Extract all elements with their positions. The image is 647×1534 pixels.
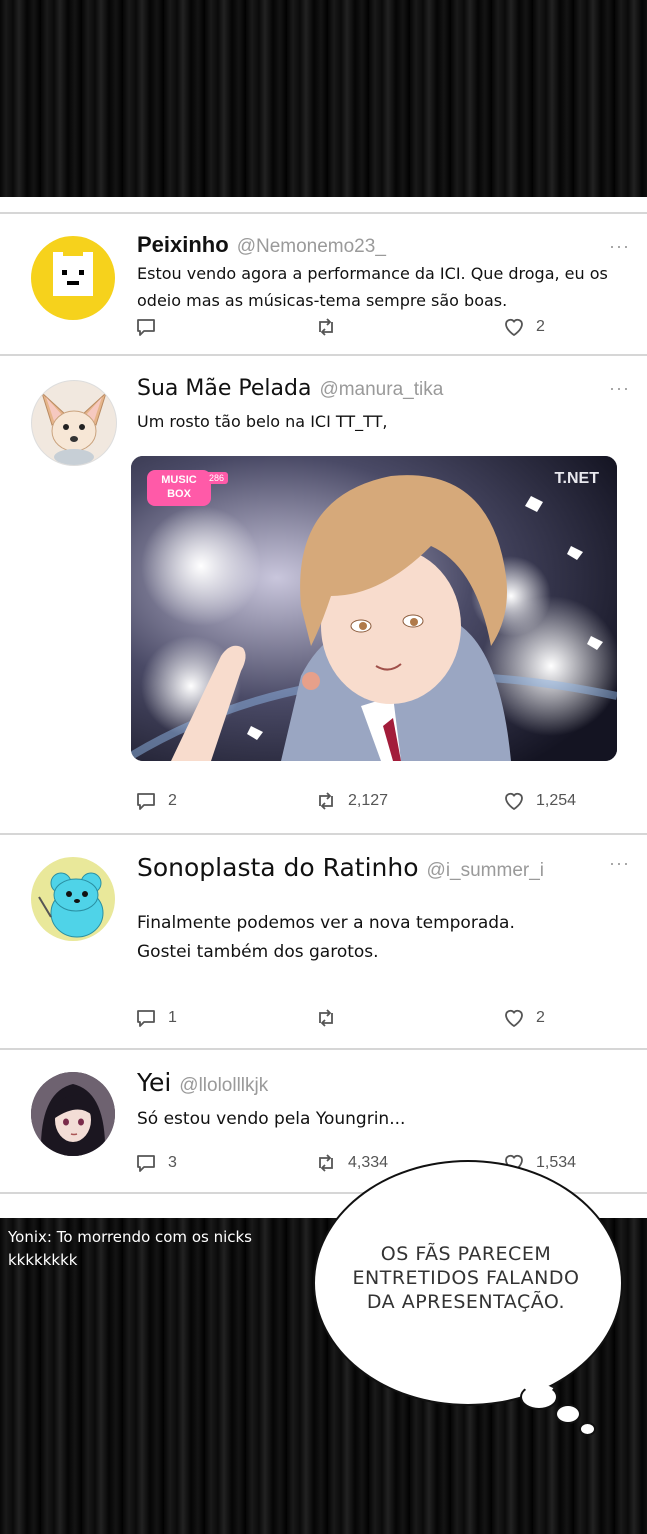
reply-button[interactable]: 3 xyxy=(134,1150,177,1176)
tweet-text: Só estou vendo pela Youngrin... xyxy=(137,1109,406,1129)
retweet-icon xyxy=(319,1154,333,1172)
tweet-text: Finalmente podemos ver a nova temporada.… xyxy=(137,909,627,967)
speech-bubble-line: OS FÃS PARECEM xyxy=(380,1243,552,1265)
reply-icon xyxy=(137,319,155,336)
tnet-watermark: T.NET xyxy=(554,470,599,487)
retweet-button[interactable]: 4,334 xyxy=(314,1150,388,1176)
background-stripes-top xyxy=(0,0,647,197)
heart-icon xyxy=(505,1009,523,1028)
display-name[interactable]: Yei xyxy=(137,1068,171,1097)
episode-badge: 286 xyxy=(205,472,229,484)
heart-icon xyxy=(505,318,523,337)
tweet-author: Sonoplasta do Ratinho @i_summer_i xyxy=(137,853,544,882)
retweet-button[interactable] xyxy=(314,314,348,340)
show-logo-line: MUSIC xyxy=(161,474,197,486)
display-name[interactable]: Sua Mãe Pelada xyxy=(137,376,311,401)
user-handle[interactable]: @i_summer_i xyxy=(427,860,544,881)
tweet-text: Estou vendo agora a performance da ICI. … xyxy=(137,264,608,310)
show-logo: MUSIC BOX xyxy=(147,470,211,506)
like-count: 1,534 xyxy=(536,1154,577,1171)
avatar-peixinho[interactable] xyxy=(31,236,115,320)
tweet-text-line: Gostei também dos garotos. xyxy=(137,942,379,962)
retweet-button[interactable]: 2,127 xyxy=(314,788,388,814)
tweet-3[interactable]: Sonoplasta do Ratinho @i_summer_i ··· Fin… xyxy=(0,835,647,1048)
avatar-sonoplasta[interactable] xyxy=(31,857,115,941)
retweet-count: 2,127 xyxy=(348,792,389,809)
speech-bubble-text: OS FÃS PARECEM ENTRETIDOS FALANDO DA APR… xyxy=(343,1242,589,1314)
thought-dot xyxy=(579,1422,596,1436)
user-handle[interactable]: @Nemonemo23_ xyxy=(237,236,386,257)
tweet-author: Peixinho @Nemonemo23_ xyxy=(137,232,386,258)
reply-count: 2 xyxy=(168,792,177,809)
reply-button[interactable] xyxy=(134,314,168,340)
tweet-2[interactable]: Sua Mãe Pelada @manura_tika ··· Um rosto … xyxy=(0,356,647,833)
like-count: 2 xyxy=(536,318,545,335)
retweet-button[interactable] xyxy=(314,1005,348,1031)
tweet-image[interactable]: MUSIC BOX 286 T.NET xyxy=(131,456,617,761)
speech-bubble-line: ENTRETIDOS FALANDO xyxy=(352,1267,580,1289)
speech-bubble-line: DA APRESENTAÇÃO. xyxy=(366,1291,566,1313)
avatar-sua-mae-pelada[interactable] xyxy=(31,380,117,466)
translator-note-line: Yonix: To morrendo com os nicks xyxy=(8,1228,252,1246)
like-button[interactable]: 1,254 xyxy=(502,788,576,814)
speech-bubble-tail xyxy=(520,1384,558,1410)
avatar-yei[interactable] xyxy=(31,1072,115,1156)
reply-button[interactable]: 1 xyxy=(134,1005,177,1031)
retweet-icon xyxy=(319,792,333,810)
reply-count: 3 xyxy=(168,1154,177,1171)
retweet-count: 4,334 xyxy=(348,1154,389,1171)
more-options-icon[interactable]: ··· xyxy=(609,378,630,399)
retweet-icon xyxy=(319,1009,333,1027)
retweet-icon xyxy=(319,318,333,336)
tweet-4[interactable]: Yei @llololllkjk Só estou vendo pela Youn… xyxy=(0,1050,647,1192)
tweet-text: Um rosto tão belo na ICI TT_TT, xyxy=(137,412,388,431)
show-logo-line: BOX xyxy=(167,488,191,500)
translator-note: Yonix: To morrendo com os nicks kkkkkkkk xyxy=(8,1226,268,1272)
tweet-1[interactable]: Peixinho @Nemonemo23_ ··· Estou vendo ago… xyxy=(0,214,647,354)
reply-icon xyxy=(137,1010,155,1027)
reply-icon xyxy=(137,793,155,810)
display-name[interactable]: Peixinho xyxy=(137,232,229,257)
translator-note-line: kkkkkkkk xyxy=(8,1251,78,1269)
reply-icon xyxy=(137,1155,155,1172)
tweet-author: Yei @llololllkjk xyxy=(137,1068,268,1097)
like-count: 1,254 xyxy=(536,792,577,809)
user-handle[interactable]: @manura_tika xyxy=(319,379,443,400)
tweet-author: Sua Mãe Pelada @manura_tika xyxy=(137,376,443,401)
tweet-text-line: Finalmente podemos ver a nova temporada. xyxy=(137,913,515,933)
like-button[interactable]: 2 xyxy=(502,314,545,340)
like-count: 2 xyxy=(536,1009,545,1026)
heart-icon xyxy=(505,792,523,811)
more-options-icon[interactable]: ··· xyxy=(609,853,630,874)
user-handle[interactable]: @llololllkjk xyxy=(179,1075,268,1096)
like-button[interactable]: 2 xyxy=(502,1005,545,1031)
thought-dot xyxy=(555,1404,581,1424)
more-options-icon[interactable]: ··· xyxy=(609,236,630,257)
display-name[interactable]: Sonoplasta do Ratinho xyxy=(137,853,419,882)
reply-button[interactable]: 2 xyxy=(134,788,177,814)
reply-count: 1 xyxy=(168,1009,177,1026)
